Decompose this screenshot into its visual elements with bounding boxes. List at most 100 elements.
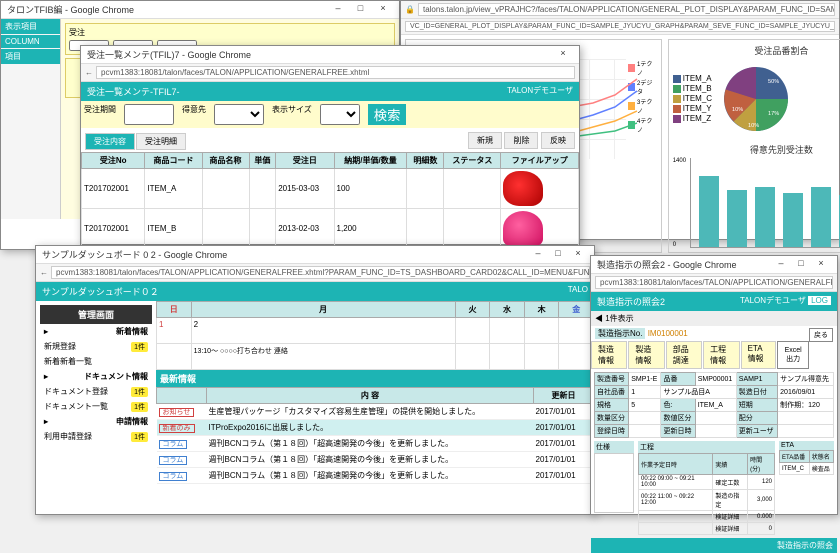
- close-icon[interactable]: ×: [811, 258, 831, 268]
- news-row[interactable]: お知らせ生産管理パッケージ「カスタマイズ容易生産管理」の提供を開始しました。20…: [157, 404, 594, 420]
- job-row[interactable]: 00:22 11:00 ~ 09:22 12:00製造の指定3,000: [639, 490, 775, 511]
- tab-detail[interactable]: 受注明細: [136, 133, 186, 150]
- field-label: 得意先: [182, 104, 206, 125]
- sidebar-item[interactable]: 表示項目: [1, 19, 60, 34]
- date-input[interactable]: [124, 104, 174, 125]
- page-title: 受注一覧メンテ-TFIL7-: [87, 85, 180, 98]
- nav-back-icon[interactable]: ←: [85, 68, 93, 77]
- cal-cell[interactable]: 1: [157, 318, 192, 344]
- cal-cell[interactable]: [524, 344, 559, 370]
- cal-cell[interactable]: [490, 344, 525, 370]
- news-table: 内 容更新日 お知らせ生産管理パッケージ「カスタマイズ容易生産管理」の提供を開始…: [156, 387, 594, 484]
- news-row[interactable]: コラム週刊BCNコラム（第１８回）「超高速開発の今後」を更新しました。2017/…: [157, 436, 594, 452]
- size-select[interactable]: [320, 104, 360, 125]
- cal-cell[interactable]: [490, 318, 525, 344]
- customer-select[interactable]: [214, 104, 264, 125]
- minimize-icon[interactable]: –: [771, 258, 791, 268]
- svg-text:17%: 17%: [768, 111, 779, 117]
- sidebar-item[interactable]: 新着新着一覧: [40, 354, 152, 369]
- tab[interactable]: 製造情報: [591, 341, 627, 369]
- minimize-icon[interactable]: –: [528, 248, 548, 258]
- url-field[interactable]: pcvm1383:18081/talon/faces/TALON/APPLICA…: [51, 266, 590, 279]
- tab[interactable]: ETA情報: [741, 341, 777, 369]
- svg-text:10%: 10%: [748, 123, 759, 129]
- sidebar-item[interactable]: 新規登録1件: [40, 339, 152, 354]
- svg-text:10%: 10%: [732, 107, 743, 113]
- cal-cell[interactable]: 2: [191, 318, 455, 344]
- cal-cell[interactable]: [455, 318, 490, 344]
- window-title: 受注一覧メンテ(TFIL)7 - Google Chrome: [87, 48, 251, 61]
- sidebar-group: ▸ 申請情報: [40, 414, 152, 429]
- close-icon[interactable]: ×: [373, 3, 393, 13]
- bar-chart: [690, 158, 840, 248]
- job-row[interactable]: 検証詳細0: [639, 523, 775, 535]
- back-button[interactable]: 戻る: [809, 328, 833, 342]
- user-label: TALONデモユーザ: [507, 85, 573, 98]
- field-label: 受注期間: [84, 104, 116, 125]
- sidebar-item[interactable]: ドキュメント一覧1件: [40, 399, 152, 414]
- search-panel: 受注期間 得意先 表示サイズ 検索: [81, 101, 579, 128]
- job-row[interactable]: 00:22 09:00 ~ 09:21 10:00確定工数120: [639, 475, 775, 490]
- sidebar-group: ▸ ドキュメント情報: [40, 369, 152, 384]
- maximize-icon[interactable]: □: [791, 258, 811, 268]
- log-button[interactable]: LOG: [808, 296, 831, 305]
- user-label: TALO: [568, 285, 588, 298]
- sidebar-item[interactable]: 項目: [1, 49, 60, 64]
- page-title: サンプルダッシュボード０２: [42, 285, 159, 298]
- news-row[interactable]: 新着のみITProExpo2016に出展しました。2017/01/01: [157, 420, 594, 436]
- tabs: 製造情報 製造情報 部品調達 工程情報 ETA情報 Excel出力: [591, 341, 809, 369]
- breadcrumb: ◀ 1件表示: [591, 311, 837, 326]
- chart-title: 受注品番割合: [673, 44, 840, 57]
- window-title: 製造指示の照会2 - Google Chrome: [597, 258, 737, 271]
- app-header: 受注一覧メンテ-TFIL7- TALONデモユーザ: [81, 82, 579, 101]
- nav-back-icon[interactable]: ←: [40, 268, 48, 277]
- news-row[interactable]: コラム週刊BCNコラム（第１８回）「超高速開発の今後」を更新しました。2017/…: [157, 468, 594, 484]
- product-table: 受注No商品コード商品名称 単価受注日納期/単価/数量 明細数ステータスファイル…: [81, 152, 579, 249]
- param-field: VC_ID=GENERAL_PLOT_DISPLAY&PARAM_FUNC_ID…: [405, 21, 835, 32]
- table-row[interactable]: T201702001ITEM_A 2015-03-03100: [82, 169, 579, 209]
- search-button[interactable]: 検索: [368, 104, 407, 125]
- cal-cell[interactable]: [157, 344, 192, 370]
- cal-cell[interactable]: [455, 344, 490, 370]
- url-field[interactable]: talons.talon.jp/view_vPRAJHC?/faces/TALO…: [418, 3, 835, 16]
- maximize-icon[interactable]: □: [548, 248, 568, 258]
- eta-row[interactable]: ITEM_C検査品: [780, 463, 834, 475]
- window-controls: – □ ×: [328, 3, 393, 16]
- breadcrumb-bar: VC_ID=GENERAL_PLOT_DISPLAY&PARAM_FUNC_ID…: [401, 19, 839, 35]
- pie-chart: 50% 17% 10% 10%: [716, 59, 796, 139]
- page-title: 製造指示の照会2: [597, 295, 665, 308]
- block-label: 受注: [69, 28, 85, 37]
- url-field[interactable]: pcvm1383:18081/talon/faces/TALON/APPLICA…: [96, 66, 575, 79]
- svg-text:50%: 50%: [768, 79, 779, 85]
- cal-cell[interactable]: 13:10～ ○○○○打ち合わせ 連絡: [191, 344, 455, 370]
- cal-cell[interactable]: [559, 344, 594, 370]
- calendar: 日月火水木金 12 13:10～ ○○○○打ち合わせ 連絡: [156, 301, 594, 370]
- sidebar-item[interactable]: 利用申請登録1件: [40, 429, 152, 444]
- field-label: 製造指示No.: [595, 328, 645, 339]
- close-icon[interactable]: ×: [553, 48, 573, 58]
- maximize-icon[interactable]: □: [350, 3, 370, 13]
- dashboard-sidebar: 管理画面 ▸ 新着情報 新規登録1件 新着新着一覧 ▸ ドキュメント情報 ドキュ…: [36, 301, 156, 531]
- new-button[interactable]: 新規: [468, 132, 502, 149]
- tab[interactable]: 工程情報: [703, 341, 739, 369]
- excel-button[interactable]: Excel出力: [777, 341, 809, 369]
- tab[interactable]: 部品調達: [666, 341, 702, 369]
- news-row[interactable]: コラム週刊BCNコラム（第１８回）「超高速開発の今後」を更新しました。2017/…: [157, 452, 594, 468]
- table-row[interactable]: T201702001ITEM_B 2013-02-031,200: [82, 209, 579, 249]
- close-icon[interactable]: ×: [568, 248, 588, 258]
- sidebar-item[interactable]: ドキュメント登録1件: [40, 384, 152, 399]
- apply-button[interactable]: 反映: [541, 132, 575, 149]
- minimize-icon[interactable]: –: [328, 3, 348, 13]
- dashboard-main: 日月火水木金 12 13:10～ ○○○○打ち合わせ 連絡 最新情報 内 容更新…: [156, 301, 594, 531]
- cal-cell[interactable]: [524, 318, 559, 344]
- sidebar-item[interactable]: COLUMN: [1, 35, 60, 48]
- tab[interactable]: 製造情報: [628, 341, 664, 369]
- tab-order[interactable]: 受注内容: [85, 133, 135, 150]
- section-header: 仕様: [594, 441, 634, 453]
- form-panel: 製造番号SMP1-E品番SMP00001SAMP1サンプル得意先 自社品番1サン…: [591, 369, 837, 538]
- designer-sidebar: 表示項目 COLUMN 項目: [1, 19, 61, 219]
- titlebar: タロンTFIB編 - Google Chrome – □ ×: [1, 1, 399, 19]
- cal-cell[interactable]: [559, 318, 594, 344]
- url-field[interactable]: pcvm1383:18081/talon/faces/TALON/APPLICA…: [595, 276, 833, 289]
- delete-button[interactable]: 削除: [504, 132, 538, 149]
